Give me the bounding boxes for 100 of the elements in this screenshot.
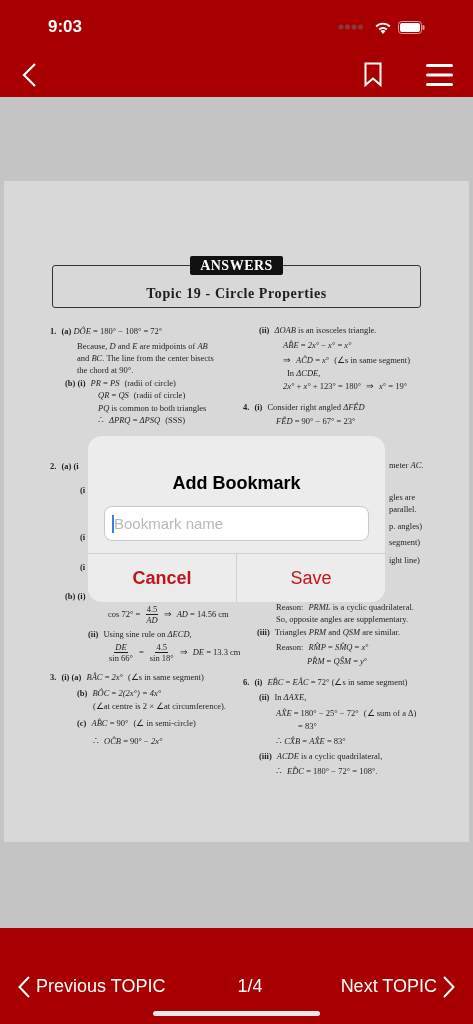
text-cursor	[112, 515, 114, 533]
answer-text: ∴	[93, 736, 99, 746]
answer-text: FÊD = 90° − 67° = 23°	[276, 416, 356, 426]
answer-text: (iii)	[257, 627, 270, 637]
answer-text: Using sine rule on ΔECD,	[103, 629, 192, 639]
answer-text: PR = PS	[90, 378, 120, 388]
answer-text: (i	[80, 485, 86, 495]
answer-text: AĈD = x°	[296, 355, 330, 365]
answer-text: (radii of circle)	[133, 390, 186, 400]
menu-button[interactable]	[426, 62, 453, 87]
menu-icon	[426, 62, 453, 87]
signal-icon	[338, 24, 364, 30]
answer-text: (∠ in semi-circle)	[133, 718, 196, 728]
answer-text: PQ is common to both triangles	[98, 403, 207, 413]
answer-text: ∴ CX̂B = AX̂E = 83°	[276, 736, 346, 746]
answers-badge: ANSWERS	[190, 256, 283, 275]
answer-text: AX̂E = 180° − 25° − 72°	[276, 708, 359, 718]
previous-topic-button[interactable]: Previous TOPIC	[18, 973, 166, 1000]
wifi-icon	[374, 20, 392, 34]
answer-text: gles are	[389, 492, 416, 502]
answer-text: AB̂C = 90°	[91, 718, 129, 728]
answer-text: (∠s in same segment)	[128, 672, 204, 682]
answer-text: ⇒	[163, 609, 172, 619]
answer-text: x° = 19°	[379, 381, 408, 391]
answer-text: ∴	[98, 415, 104, 425]
answer-text: (i)	[254, 402, 263, 412]
answer-text: BÂC = 2x°	[86, 672, 123, 682]
answer-text: ΔOAB is an isosceles triangle.	[274, 325, 377, 335]
answer-text: RM̂P = SM̂Q = x°	[308, 642, 369, 652]
answer-text: Reason:	[276, 602, 304, 612]
answer-text: (b)	[77, 688, 88, 698]
bookmark-button[interactable]	[364, 62, 382, 87]
battery-icon	[398, 20, 425, 34]
answer-text: = 83°	[298, 721, 317, 731]
answer-text: 6.	[243, 677, 250, 687]
answer-text: (ii)	[259, 325, 270, 335]
answer-text: (c)	[77, 718, 87, 728]
answer-text: PR̂M = QŜM = y°	[307, 656, 368, 666]
answer-text: (b) (i)	[65, 378, 86, 388]
answer-text: Reason:	[276, 642, 304, 652]
answer-text: AD = 14.56 cm	[176, 609, 229, 619]
answer-text: the chord at 90°.	[77, 365, 134, 375]
answer-text: Triangles PRM and QSM are similar.	[274, 627, 401, 637]
status-time: 9:03	[48, 16, 83, 39]
answer-text: (∠ sum of a Δ)	[363, 708, 417, 718]
answer-text: cos 72° =	[108, 609, 141, 619]
answer-text: (∠s in same segment)	[334, 355, 410, 365]
answer-text: ΔPRQ = ΔPSQ	[109, 415, 161, 425]
topic-title: Topic 19 - Circle Properties	[146, 284, 327, 303]
answer-text: (ii)	[259, 692, 270, 702]
answer-text: ED̂C = 180° − 72° = 108°.	[287, 766, 378, 776]
answer-text: 2x° + x° + 123° = 180°	[283, 381, 362, 391]
answer-text: parallel.	[389, 504, 417, 514]
answer-text: (ii)	[88, 629, 99, 639]
bookmark-name-field[interactable]: Bookmark name	[104, 506, 369, 541]
answer-text: (∠at centre is 2 × ∠at circumference).	[93, 701, 226, 711]
answer-text: Because, D and E are midpoints of AB	[77, 341, 208, 351]
answer-text: QR = QS	[98, 390, 129, 400]
answer-text: ACDE is a cyclic quadrilateral,	[276, 751, 383, 761]
answer-text: ⇒	[366, 381, 375, 391]
answer-text: 4.	[243, 402, 250, 412]
answer-text: ight line)	[389, 555, 420, 565]
fraction: DE sin 66°	[108, 641, 134, 663]
answer-text: (i	[80, 532, 86, 542]
answer-text: ⇒	[283, 355, 291, 365]
answer-text: 2.	[50, 461, 57, 471]
answer-text: (i)	[254, 677, 263, 687]
answer-text: (SSS)	[165, 415, 185, 425]
answer-text: OĈB = 90° − 2x°	[104, 736, 163, 746]
chevron-right-icon	[443, 975, 455, 998]
answer-text: ∴	[276, 766, 282, 776]
chevron-left-icon	[18, 975, 30, 998]
page-indicator: 1/4	[237, 975, 263, 998]
answer-text: segment)	[389, 537, 421, 547]
cancel-button[interactable]: Cancel	[88, 554, 236, 602]
answer-text: 3.	[50, 672, 57, 682]
answer-text: (radii of circle)	[124, 378, 176, 388]
next-topic-button[interactable]: Next TOPIC	[340, 973, 455, 1000]
answer-text: EB̂C = EÂC = 72° (∠s in same segment)	[267, 677, 408, 687]
answer-text: So, opposite angles are supplementary.	[276, 614, 409, 624]
dialog-title: Add Bookmark	[172, 472, 301, 495]
answer-text: In ΔCDE,	[287, 368, 321, 378]
answer-text: (iii)	[259, 751, 272, 761]
answer-text: In ΔAXE,	[274, 692, 307, 702]
answer-text: (i) (a)	[61, 672, 82, 682]
answer-text: (i	[80, 562, 86, 572]
back-button[interactable]	[22, 61, 37, 88]
answer-text: PRML is a cyclic quadrilateral.	[308, 602, 414, 612]
answer-text: Consider right angled ΔFÊD	[267, 402, 365, 412]
fraction: 4.5 sin 18°	[148, 641, 175, 663]
answer-text: 1.	[50, 326, 57, 336]
fraction: 4.5 AD	[145, 603, 159, 625]
answer-text: AB̂E = 2x° − x° = x°	[283, 340, 352, 350]
answer-text: ⇒	[179, 647, 188, 657]
save-button[interactable]: Save	[236, 554, 385, 602]
answer-text: p. angles)	[389, 521, 423, 531]
answer-text: (a) (i	[61, 461, 79, 471]
answer-text: =	[138, 647, 144, 657]
answer-text: (a) DÔE = 180° − 108° = 72°	[61, 326, 163, 336]
bookmark-icon	[364, 62, 382, 87]
